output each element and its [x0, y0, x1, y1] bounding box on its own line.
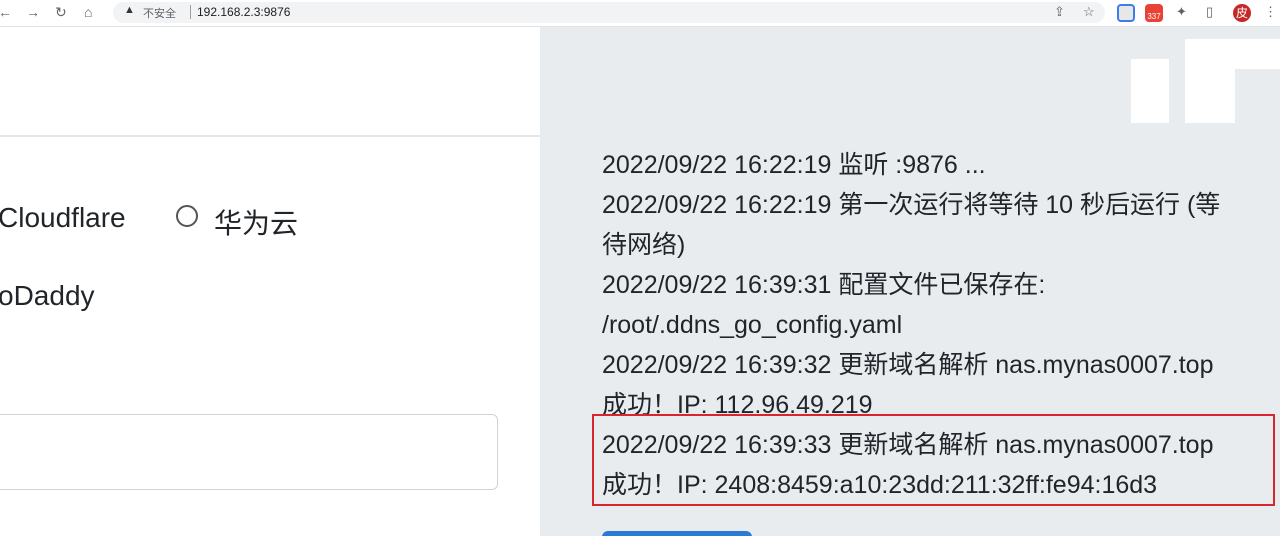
log-line: 2022/09/22 16:22:19 监听 :9876 ... [602, 151, 986, 179]
highlight-box [592, 414, 1275, 506]
provider-huawei-label[interactable]: 华为云 [214, 202, 298, 242]
forward-icon[interactable]: → [26, 3, 40, 21]
log-line: /root/.ddns_go_config.yaml [602, 311, 903, 339]
url-text[interactable]: 192.168.2.3:9876 [197, 5, 290, 19]
security-label[interactable]: 不安全 [143, 5, 176, 21]
bookmark-star-icon[interactable]: ☆ [1083, 4, 1095, 20]
log-line: 2022/09/22 16:39:32 更新域名解析 nas.mynas0007… [602, 351, 1214, 379]
back-icon[interactable]: ← [0, 3, 12, 21]
logo-mark-bar [1185, 39, 1280, 69]
provider-huawei-radio[interactable] [176, 205, 198, 227]
side-panel-icon[interactable]: ▯ [1206, 4, 1213, 20]
menu-dots-icon[interactable]: ⋮ [1264, 4, 1277, 20]
provider-godaddy-label[interactable]: oDaddy [0, 280, 95, 312]
mail-extension-icon[interactable]: 337 [1145, 4, 1163, 22]
address-separator [190, 5, 191, 19]
log-line: 2022/09/22 16:22:19 第一次运行将等待 10 秒后运行 (等 [602, 191, 1221, 219]
mail-badge-count: 337 [1147, 12, 1161, 21]
browser-toolbar: ← → ↻ ⌂ ▲ 不安全 192.168.2.3:9876 ⇪ ☆ 337 ✦… [0, 0, 1280, 27]
provider-cloudflare-label[interactable]: Cloudflare [0, 202, 126, 234]
header-divider [0, 135, 540, 137]
config-input[interactable] [0, 414, 498, 490]
profile-avatar[interactable]: 皮 [1233, 4, 1251, 22]
logo-mark [1131, 59, 1169, 123]
share-icon[interactable]: ⇪ [1054, 4, 1065, 20]
config-panel: Cloudflare 华为云 oDaddy [0, 27, 540, 536]
log-line: 待网络) [602, 231, 686, 259]
primary-button[interactable] [602, 531, 752, 536]
home-icon[interactable]: ⌂ [84, 3, 92, 21]
extension-color-icon[interactable] [1117, 4, 1135, 22]
extensions-puzzle-icon[interactable]: ✦ [1176, 4, 1187, 20]
warning-icon[interactable]: ▲ [124, 4, 135, 16]
log-line: 2022/09/22 16:39:31 配置文件已保存在: [602, 271, 1046, 299]
reload-icon[interactable]: ↻ [55, 3, 67, 21]
